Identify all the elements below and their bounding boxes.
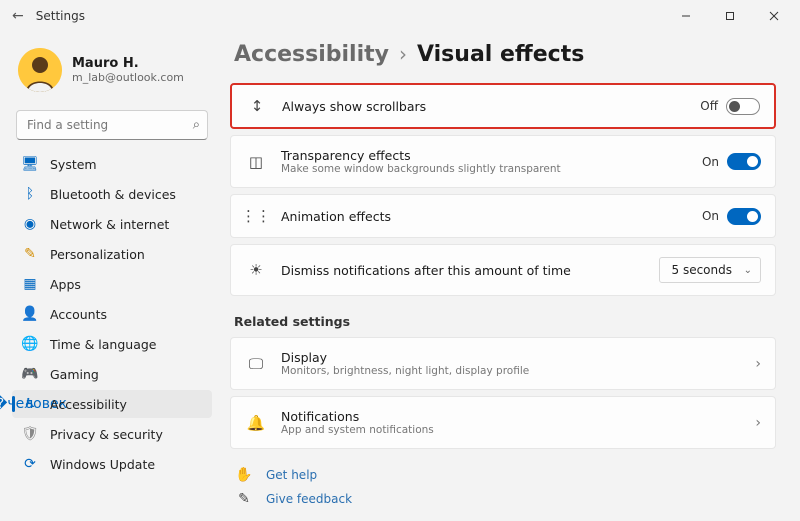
row-title: Dismiss notifications after this amount … [281,263,645,278]
row-title: Display [281,350,741,365]
sidebar-item-gaming[interactable]: 🎮 Gaming [12,360,212,388]
sidebar-item-label: Personalization [50,247,145,262]
sidebar-item-accounts[interactable]: 👤 Accounts [12,300,212,328]
row-title: Notifications [281,409,741,424]
help-link-label: Give feedback [266,492,352,506]
search-input[interactable] [16,110,208,140]
row-subtitle: Monitors, brightness, night light, displ… [281,365,741,377]
maximize-button[interactable] [708,2,752,30]
row-title: Animation effects [281,209,688,224]
help-links: ✋ Get help ✎ Give feedback [230,467,776,507]
feedback-icon: ✎ [234,491,254,507]
titlebar: ← Settings [0,0,800,32]
chevron-right-icon: › [755,356,761,372]
back-button[interactable]: ← [12,8,24,24]
sidebar-item-system[interactable]: 🖥 System [12,150,212,178]
animation-icon: ⋮⋮ [245,207,267,225]
shield-icon: 🛡 [22,426,38,442]
bell-icon: 🔔 [245,414,267,432]
display-icon: 🖵 [245,355,267,373]
sidebar-item-label: Privacy & security [50,427,163,442]
row-subtitle: App and system notifications [281,424,741,436]
toggle-state-label: On [702,155,719,169]
brightness-icon: ☀ [245,261,267,279]
row-title: Always show scrollbars [282,99,686,114]
toggle-state-label: Off [700,99,718,113]
settings-window: ← Settings Mauro H. m_lab@outlook.com ⌕ [0,0,800,521]
sidebar-item-label: Network & internet [50,217,169,232]
bluetooth-icon: ᛒ [22,186,38,202]
accessibility-icon: ♿ [22,396,38,412]
transparency-toggle[interactable] [727,153,761,170]
chevron-right-icon: › [755,415,761,431]
brush-icon: ✎ [22,246,38,262]
help-link-label: Get help [266,468,317,482]
dropdown-value: 5 seconds [672,263,733,277]
sidebar-item-label: Gaming [50,367,99,382]
window-title: Settings [36,9,85,23]
sidebar-item-label: Accessibility [50,397,127,412]
sidebar-item-privacy[interactable]: 🛡 Privacy & security [12,420,212,448]
sidebar-item-label: Windows Update [50,457,155,472]
sidebar-item-personalization[interactable]: ✎ Personalization [12,240,212,268]
setting-animation[interactable]: ⋮⋮ Animation effects On [230,194,776,238]
toggle-state-label: On [702,209,719,223]
breadcrumb: Accessibility › Visual effects [234,42,776,67]
breadcrumb-separator-icon: › [399,42,407,66]
transparency-icon: ◫ [245,153,267,171]
wifi-icon: ◉ [22,216,38,232]
clock-icon: 🌐 [22,336,38,352]
sidebar-item-label: Accounts [50,307,107,322]
setting-notification-time[interactable]: ☀ Dismiss notifications after this amoun… [230,244,776,296]
related-settings-heading: Related settings [234,314,772,329]
search-icon: ⌕ [193,118,200,133]
related-notifications[interactable]: 🔔 Notifications App and system notificat… [230,396,776,449]
related-display[interactable]: 🖵 Display Monitors, brightness, night li… [230,337,776,390]
row-title: Transparency effects [281,148,688,163]
search-field[interactable]: ⌕ [16,110,208,140]
setting-always-show-scrollbars[interactable]: ↕ Always show scrollbars Off [230,83,776,129]
system-icon: 🖥 [22,156,38,172]
nav-list: 🖥 System ᛒ Bluetooth & devices ◉ Network & … [12,150,212,478]
breadcrumb-current: Visual effects [417,42,584,67]
sidebar-item-label: Time & language [50,337,156,352]
sidebar-item-label: System [50,157,97,172]
minimize-button[interactable] [664,2,708,30]
user-email: m_lab@outlook.com [72,71,184,84]
animation-toggle[interactable] [727,208,761,225]
sidebar-item-apps[interactable]: ▦ Apps [12,270,212,298]
sidebar-item-label: Apps [50,277,81,292]
sidebar-item-network[interactable]: ◉ Network & internet [12,210,212,238]
user-profile[interactable]: Mauro H. m_lab@outlook.com [12,44,212,106]
apps-icon: ▦ [22,276,38,292]
gaming-icon: 🎮 [22,366,38,382]
sidebar-item-time[interactable]: 🌐 Time & language [12,330,212,358]
scrollbars-toggle[interactable] [726,98,760,115]
sidebar-item-label: Bluetooth & devices [50,187,176,202]
sidebar-item-accessibility[interactable]: �человек♿Accessibility [12,390,212,418]
notification-time-dropdown[interactable]: 5 seconds ⌄ [659,257,762,283]
sync-icon: ⟳ [22,456,38,472]
chevron-down-icon: ⌄ [744,265,752,276]
avatar [18,48,62,92]
breadcrumb-parent[interactable]: Accessibility [234,42,389,67]
sidebar: Mauro H. m_lab@outlook.com ⌕ 🖥 System ᛒ Bl… [0,32,220,521]
close-button[interactable] [752,2,796,30]
give-feedback-link[interactable]: ✎ Give feedback [234,491,776,507]
row-subtitle: Make some window backgrounds slightly tr… [281,163,688,175]
help-icon: ✋ [234,467,254,483]
sidebar-item-bluetooth[interactable]: ᛒ Bluetooth & devices [12,180,212,208]
get-help-link[interactable]: ✋ Get help [234,467,776,483]
setting-transparency[interactable]: ◫ Transparency effects Make some window … [230,135,776,188]
main-content: Accessibility › Visual effects ↕ Always … [220,32,800,521]
sidebar-item-windows-update[interactable]: ⟳ Windows Update [12,450,212,478]
user-name: Mauro H. [72,56,184,71]
scroll-icon: ↕ [246,97,268,115]
person-icon: 👤 [22,306,38,322]
